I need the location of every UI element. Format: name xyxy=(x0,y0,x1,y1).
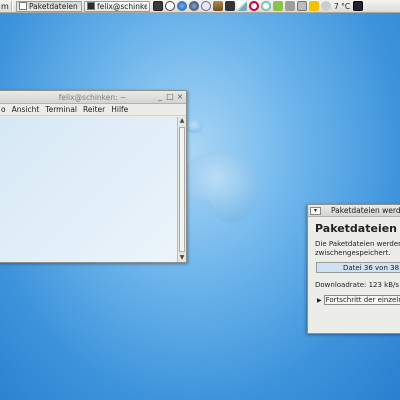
settings-icon[interactable] xyxy=(297,1,307,11)
top-panel: m Paketdateien ... felix@schinke... 7 °C xyxy=(0,0,400,13)
terminal-titlebar[interactable]: felix@schinken: ~ _ □ × xyxy=(0,91,186,104)
gimp-icon[interactable] xyxy=(213,1,223,11)
taskbar-button-download[interactable]: Paketdateien ... xyxy=(16,0,82,12)
sync-icon[interactable] xyxy=(261,1,271,11)
close-button[interactable]: × xyxy=(176,93,184,101)
feather-icon[interactable] xyxy=(237,1,247,11)
terminal-scrollbar[interactable]: ▲ ▼ xyxy=(177,117,186,262)
terminal-menubar: o Ansicht Terminal Reiter Hilfe xyxy=(0,104,186,116)
gnome-foot-icon[interactable] xyxy=(165,1,175,11)
notes-icon[interactable] xyxy=(273,1,283,11)
update-icon[interactable] xyxy=(309,1,319,11)
dialog-title: Paketdateien werd xyxy=(331,206,400,215)
window-menu-icon[interactable]: ▾ xyxy=(310,207,321,215)
menu-terminal[interactable]: Terminal xyxy=(45,105,77,114)
globe-icon[interactable] xyxy=(177,1,187,11)
monitor-icon[interactable] xyxy=(353,1,364,11)
thunderbird-icon[interactable] xyxy=(189,1,199,11)
weather-temperature[interactable]: 7 °C xyxy=(334,2,350,11)
menu-reiter[interactable]: Reiter xyxy=(83,105,105,114)
expander-arrow-icon[interactable]: ▶ xyxy=(317,297,322,304)
maximize-button[interactable]: □ xyxy=(166,93,174,101)
menu-ansicht[interactable]: Ansicht xyxy=(12,105,40,114)
minimize-button[interactable]: _ xyxy=(156,93,164,101)
details-expander[interactable]: ▶ Fortschritt der einzelnen xyxy=(317,295,400,305)
scroll-down-arrow-icon[interactable]: ▼ xyxy=(178,254,186,262)
debian-swirl-icon[interactable] xyxy=(249,1,259,11)
progress-text: Datei 36 von 38 wi xyxy=(343,264,400,272)
weather-icon xyxy=(321,1,331,11)
network-icon[interactable] xyxy=(153,1,163,11)
panel-separator xyxy=(11,1,13,11)
description-line: Die Paketdateien werden z xyxy=(315,240,400,248)
menu-file[interactable]: o xyxy=(1,105,6,114)
dialog-heading: Paketdateien werd xyxy=(315,222,400,235)
description-line: zwischengespeichert. xyxy=(315,249,391,257)
inkscape-icon[interactable] xyxy=(225,1,235,11)
pidgin-icon[interactable] xyxy=(201,1,211,11)
trash-icon[interactable] xyxy=(285,1,295,11)
terminal-window: felix@schinken: ~ _ □ × o Ansicht Termin… xyxy=(0,90,187,263)
taskbar-label: felix@schinke... xyxy=(97,1,147,11)
download-dialog: ▾ Paketdateien werd Paketdateien werd Di… xyxy=(307,204,400,334)
taskbar-button-terminal[interactable]: felix@schinke... xyxy=(84,0,150,12)
terminal-content[interactable] xyxy=(0,117,178,262)
expander-label[interactable]: Fortschritt der einzelnen xyxy=(323,295,400,305)
menu-hilfe[interactable]: Hilfe xyxy=(111,105,128,114)
scroll-up-arrow-icon[interactable]: ▲ xyxy=(178,117,186,125)
dialog-titlebar[interactable]: ▾ Paketdateien werd xyxy=(308,205,400,217)
panel-menu[interactable]: m xyxy=(0,2,10,11)
download-window-icon xyxy=(19,2,27,10)
taskbar-label: Paketdateien ... xyxy=(29,1,79,11)
scroll-thumb[interactable] xyxy=(179,127,185,252)
panel-launchers xyxy=(152,1,332,11)
download-progress-bar: Datei 36 von 38 wi xyxy=(316,262,400,273)
terminal-window-icon xyxy=(87,2,95,10)
dialog-description: Die Paketdateien werden z zwischengespei… xyxy=(315,240,400,258)
download-rate: Downloadrate: 123 kB/s - 8 xyxy=(315,281,400,289)
